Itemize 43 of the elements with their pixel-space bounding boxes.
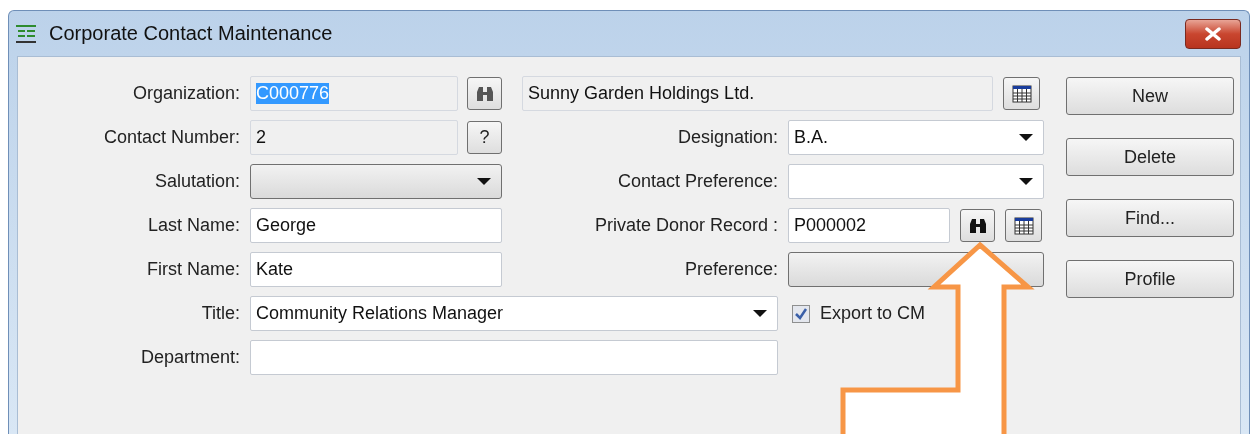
binoculars-icon <box>967 217 988 234</box>
action-button[interactable]: Find... <box>1066 199 1234 237</box>
field-label: Preference: <box>683 259 778 280</box>
caret-icon <box>1019 178 1033 185</box>
close-icon <box>1204 26 1222 41</box>
field-label: Title: <box>200 303 240 324</box>
table-button[interactable] <box>1005 209 1042 242</box>
field-label: First Name: <box>146 259 240 280</box>
caret-icon <box>477 178 491 185</box>
first-name-field[interactable]: Kate <box>250 252 502 287</box>
organization-name-field[interactable]: Sunny Garden Holdings Ltd. <box>522 76 993 111</box>
department-field[interactable] <box>250 340 778 375</box>
table-icon <box>1011 84 1032 103</box>
contact-number-field[interactable]: 2 <box>250 120 458 155</box>
checkbox[interactable] <box>792 304 810 323</box>
field-label: Designation: <box>676 127 778 148</box>
search-button[interactable] <box>960 209 995 242</box>
checkbox-label: Export to CM <box>820 303 926 324</box>
caret-icon <box>1019 134 1033 141</box>
field-label: Department: <box>139 347 240 368</box>
donor-record-field[interactable]: P000002 <box>788 208 950 243</box>
search-button[interactable] <box>467 77 502 110</box>
field-label: Contact Number: <box>102 127 240 148</box>
field-label: Last Name: <box>146 215 240 236</box>
binoculars-icon <box>474 85 495 102</box>
salutation-dropdown[interactable] <box>250 164 502 199</box>
last-name-field[interactable]: George <box>250 208 502 243</box>
close-button[interactable] <box>1185 18 1241 49</box>
help-button[interactable]: ? <box>467 121 502 154</box>
action-button[interactable]: New <box>1066 77 1234 115</box>
table-button[interactable] <box>1003 77 1040 110</box>
table-icon <box>1013 216 1034 235</box>
action-button[interactable]: Delete <box>1066 138 1234 176</box>
list-icon <box>15 23 37 44</box>
field-label: Salutation: <box>153 171 240 192</box>
field-label: Private Donor Record : <box>593 215 778 236</box>
field-label: Contact Preference: <box>616 171 778 192</box>
title-dropdown[interactable]: Community Relations Manager <box>250 296 778 331</box>
caret-icon <box>753 310 767 317</box>
window-title: Corporate Contact Maintenance <box>49 22 333 45</box>
action-button[interactable]: Profile <box>1066 260 1234 298</box>
designation-dropdown[interactable]: B.A. <box>788 120 1044 155</box>
field-label: Organization: <box>131 83 240 104</box>
